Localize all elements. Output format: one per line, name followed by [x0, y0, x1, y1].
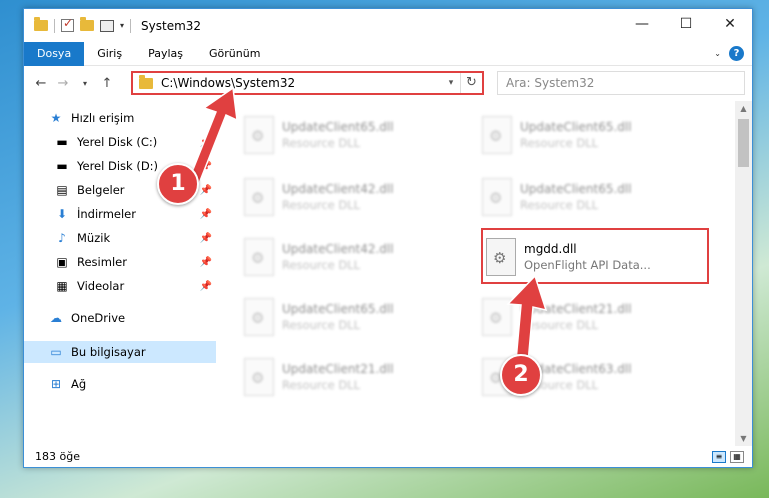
annotation-arrows: [187, 86, 548, 375]
step-2-badge: 2: [500, 354, 542, 396]
step-1-badge: 1: [157, 163, 199, 205]
